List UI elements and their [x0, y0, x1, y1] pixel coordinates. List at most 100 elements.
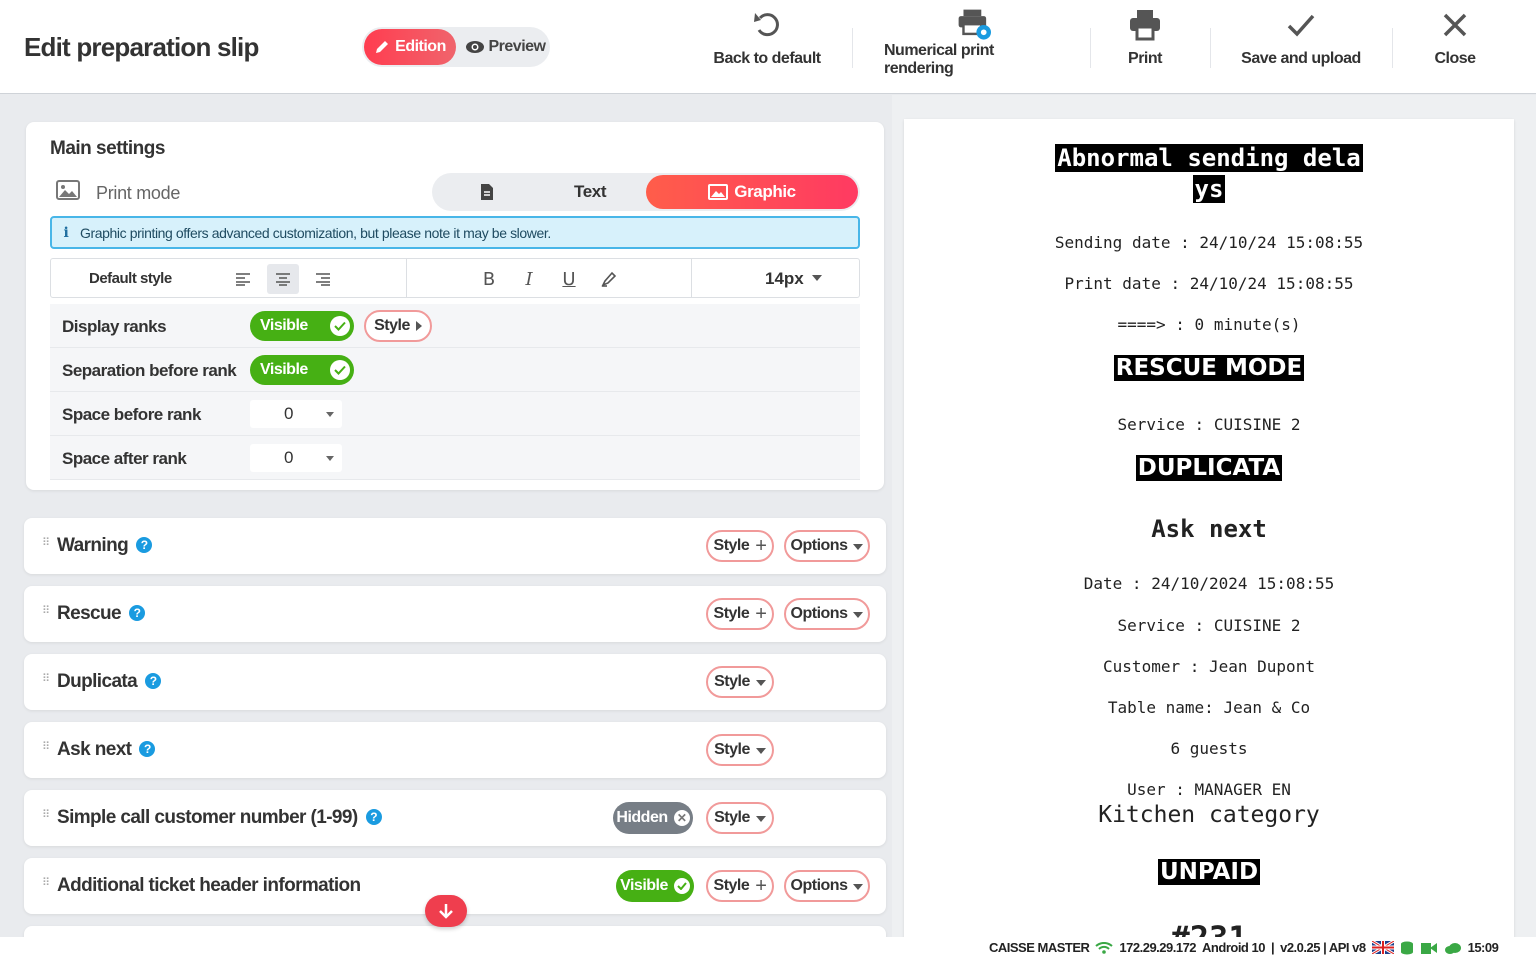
toolbar-divider — [1090, 28, 1091, 68]
style-button[interactable]: Style + — [706, 870, 774, 902]
options-button[interactable]: Options — [784, 870, 870, 902]
font-size-select[interactable]: 14px — [765, 269, 823, 289]
info-banner: i Graphic printing offers advanced custo… — [50, 216, 860, 249]
drag-handle-icon[interactable]: ⠿ — [42, 538, 50, 549]
display-ranks-row: Display ranks Visible Style — [50, 304, 860, 348]
check-icon — [330, 360, 350, 380]
style-label: Style — [714, 809, 750, 826]
section-title: Duplicata — [57, 671, 138, 692]
document-icon — [481, 184, 493, 200]
graphic-mode-label: Graphic — [734, 182, 796, 201]
chevron-down-icon — [853, 612, 864, 618]
drag-handle-icon[interactable]: ⠿ — [42, 674, 50, 685]
status-bar: CAISSE MASTER 172.29.29.172 Android 10 |… — [0, 937, 1536, 956]
style-button[interactable]: Style — [706, 734, 774, 766]
text-mode-label: Text — [574, 182, 607, 201]
row-label: Separation before rank — [62, 361, 237, 380]
style-label: Style — [374, 317, 410, 334]
section-ask-next: ⠿ Ask next? Style — [24, 722, 886, 778]
ticket-duplicata: DUPLICATA — [1135, 455, 1283, 481]
style-selector[interactable]: Default style — [89, 270, 172, 287]
visible-toggle[interactable]: Visible — [616, 870, 694, 902]
separation-before-rank-toggle[interactable]: Visible — [250, 355, 354, 385]
drag-handle-icon[interactable]: ⠿ — [42, 606, 50, 617]
drag-handle-icon[interactable]: ⠿ — [42, 810, 50, 821]
preview-mode-button[interactable]: Preview — [462, 29, 548, 65]
help-icon[interactable]: ? — [129, 605, 145, 621]
text-mode-option[interactable]: Text — [432, 173, 646, 211]
style-button[interactable]: Style — [706, 802, 774, 834]
align-left-icon[interactable] — [227, 264, 259, 294]
close-button[interactable]: Close — [1420, 8, 1490, 78]
ticket-abnormal-line1: Abnormal sending dela — [1055, 144, 1363, 172]
options-label: Options — [790, 605, 848, 622]
status-separator: | — [1270, 940, 1275, 955]
underline-icon[interactable]: U — [553, 264, 585, 294]
arrow-down-icon — [439, 904, 453, 919]
display-ranks-toggle[interactable]: Visible — [250, 311, 354, 341]
ticket-date: Date : 24/10/2024 15:08:55 — [1083, 574, 1335, 593]
abnormal-delay-block: Abnormal sending dela ys — [904, 143, 1514, 205]
chevron-down-icon — [853, 544, 864, 550]
options-label: Options — [790, 877, 848, 894]
main-settings-card: Main settings Print mode Text Graphic i … — [26, 122, 884, 490]
help-icon[interactable]: ? — [365, 809, 382, 825]
cloud-icon — [1444, 942, 1461, 954]
toolbar-divider — [691, 259, 692, 297]
numerical-print-rendering-button[interactable]: Numerical print rendering — [884, 8, 1064, 78]
style-button[interactable]: Style + — [706, 530, 774, 562]
help-icon[interactable]: ? — [136, 537, 153, 553]
print-label: Print — [1128, 50, 1162, 67]
print-button[interactable]: Print — [1110, 8, 1180, 78]
toggle-label: Visible — [260, 361, 308, 378]
italic-icon[interactable]: I — [513, 264, 545, 294]
print-mode-label: Print mode — [96, 183, 181, 203]
toggle-label: Visible — [260, 317, 308, 334]
edition-mode-button[interactable]: Edition — [364, 29, 456, 65]
printer-icon — [1130, 10, 1160, 41]
row-label: Display ranks — [62, 317, 167, 336]
align-center-icon[interactable] — [267, 264, 299, 294]
graphic-mode-option[interactable]: Graphic — [646, 175, 858, 209]
save-upload-button[interactable]: Save and upload — [1236, 8, 1366, 78]
options-button[interactable]: Options — [784, 598, 870, 630]
info-icon: i — [63, 224, 69, 241]
toolbar-divider — [1392, 28, 1393, 68]
preview-panel[interactable]: Abnormal sending dela ys Sending date : … — [892, 95, 1536, 937]
ticket-preview: Abnormal sending dela ys Sending date : … — [904, 119, 1514, 937]
hidden-toggle[interactable]: Hidden ✕ — [613, 802, 693, 834]
bold-icon[interactable]: B — [473, 264, 505, 294]
align-right-icon[interactable] — [307, 264, 339, 294]
chevron-down-icon — [853, 884, 864, 890]
status-version: v2.0.25 | API v8 — [1280, 940, 1366, 955]
pencil-icon — [376, 41, 389, 53]
options-button[interactable]: Options — [784, 530, 870, 562]
printer-eye-icon — [958, 9, 991, 40]
style-button[interactable]: Style — [706, 666, 774, 698]
editor-panel[interactable]: Main settings Print mode Text Graphic i … — [0, 95, 892, 937]
ticket-customer: Customer : Jean Dupont — [1103, 657, 1315, 676]
help-icon[interactable]: ? — [139, 741, 156, 757]
section-next-partial — [24, 926, 886, 937]
display-ranks-style-button[interactable]: Style — [364, 310, 432, 342]
section-duplicata: ⠿ Duplicata? Style — [24, 654, 886, 710]
space-after-rank-select[interactable]: 0 — [250, 444, 342, 472]
unpaid-block: UNPAID — [904, 859, 1514, 885]
drag-handle-icon[interactable]: ⠿ — [42, 742, 50, 753]
status-label: Hidden — [616, 809, 668, 826]
style-button[interactable]: Style + — [706, 598, 774, 630]
ticket-unpaid: UNPAID — [1157, 859, 1261, 885]
drag-handle-icon[interactable]: ⠿ — [42, 878, 50, 889]
info-text: Graphic printing offers advanced customi… — [80, 224, 551, 241]
scroll-down-button[interactable] — [425, 895, 467, 927]
status-label: Visible — [620, 877, 668, 894]
rescue-mode-block: RESCUE MODE — [904, 355, 1514, 381]
help-icon[interactable]: ? — [145, 673, 162, 689]
numerical-print-label: Numerical print rendering — [884, 42, 994, 77]
space-before-rank-select[interactable]: 0 — [250, 400, 342, 428]
highlight-icon[interactable] — [593, 264, 625, 294]
back-to-default-button[interactable]: Back to default — [712, 8, 822, 78]
ticket-guests: 6 guests — [1170, 739, 1248, 758]
undo-icon — [754, 13, 779, 37]
chevron-down-icon — [326, 412, 334, 417]
